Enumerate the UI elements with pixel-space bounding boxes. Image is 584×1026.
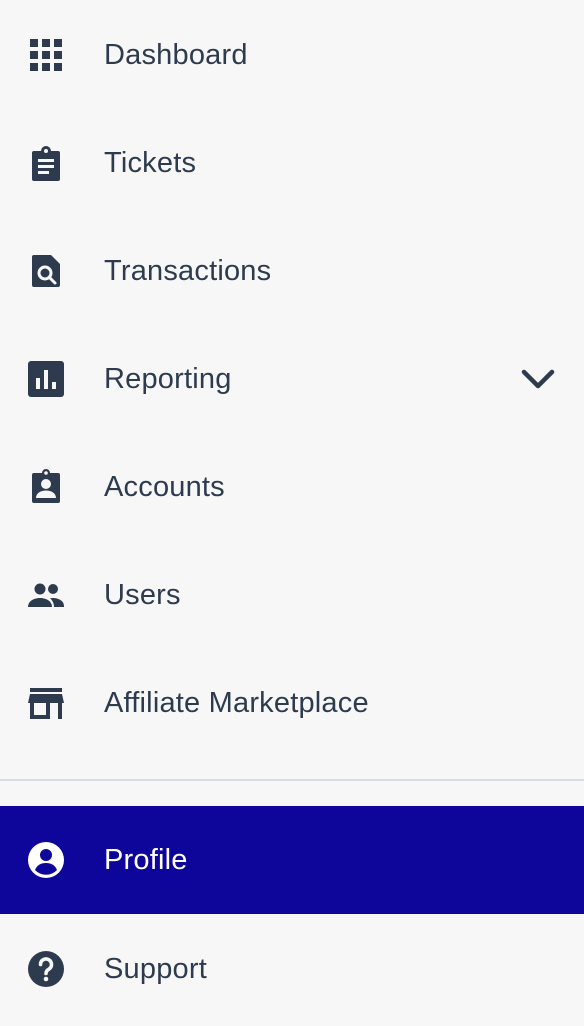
bar-chart-icon <box>28 361 64 397</box>
nav-item-reporting[interactable]: Reporting <box>0 325 584 433</box>
sidebar-nav: Dashboard Tickets Transactions Reporting… <box>0 0 584 1026</box>
clipboard-icon <box>28 145 64 181</box>
nav-item-profile[interactable]: Profile <box>0 806 584 914</box>
nav-item-accounts[interactable]: Accounts <box>0 433 584 541</box>
document-search-icon <box>28 253 64 289</box>
nav-item-users[interactable]: Users <box>0 541 584 649</box>
nav-item-tickets[interactable]: Tickets <box>0 109 584 217</box>
nav-divider <box>0 779 584 781</box>
nav-item-label: Tickets <box>104 147 197 179</box>
nav-item-label: Users <box>104 579 181 611</box>
nav-item-label: Profile <box>104 844 188 876</box>
account-circle-icon <box>28 842 64 878</box>
nav-item-label: Affiliate Marketplace <box>104 687 369 719</box>
grid-icon <box>28 37 64 73</box>
nav-item-label: Support <box>104 953 207 985</box>
nav-item-label: Dashboard <box>104 39 248 71</box>
chevron-down-icon[interactable] <box>520 361 556 397</box>
nav-item-transactions[interactable]: Transactions <box>0 217 584 325</box>
nav-item-label: Reporting <box>104 363 232 395</box>
contact-card-icon <box>28 469 64 505</box>
nav-item-dashboard[interactable]: Dashboard <box>0 1 584 109</box>
storefront-icon <box>28 685 64 721</box>
nav-item-affiliate-marketplace[interactable]: Affiliate Marketplace <box>0 649 584 757</box>
help-circle-icon <box>28 951 64 987</box>
nav-item-label: Transactions <box>104 255 272 287</box>
nav-item-label: Accounts <box>104 471 225 503</box>
people-icon <box>28 577 64 613</box>
nav-item-support[interactable]: Support <box>0 915 584 1023</box>
